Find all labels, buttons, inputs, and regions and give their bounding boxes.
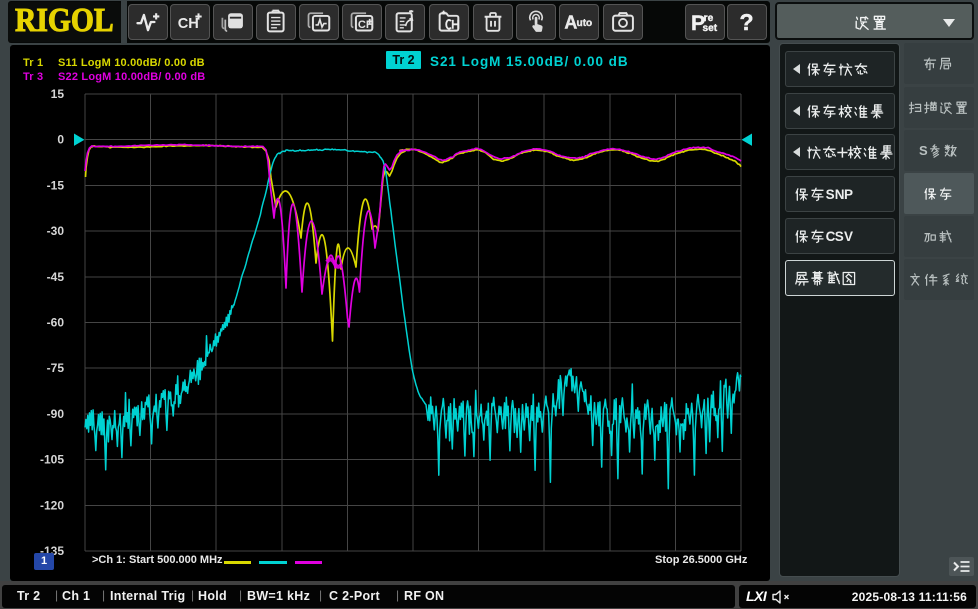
- svg-text:-60: -60: [47, 316, 65, 330]
- svg-text:S: S: [826, 186, 835, 201]
- svg-text:0: 0: [57, 133, 64, 147]
- svg-text:P: P: [844, 186, 853, 201]
- svg-text:-90: -90: [47, 407, 65, 421]
- svg-text:-45: -45: [47, 270, 65, 284]
- svg-text:-30: -30: [47, 224, 65, 238]
- svg-text:CH: CH: [178, 16, 199, 32]
- svg-text:A: A: [564, 12, 577, 32]
- svg-text:-15: -15: [47, 178, 65, 192]
- svg-text:-105: -105: [40, 453, 64, 467]
- svg-text:?: ?: [739, 9, 753, 35]
- svg-text:uto: uto: [577, 17, 593, 28]
- svg-text:-120: -120: [40, 498, 64, 512]
- svg-text:15: 15: [51, 87, 65, 101]
- svg-text:-75: -75: [47, 361, 65, 375]
- svg-text:S: S: [919, 143, 928, 158]
- svg-text:V: V: [844, 228, 853, 243]
- svg-text:S: S: [835, 228, 844, 243]
- svg-text:set: set: [703, 22, 718, 33]
